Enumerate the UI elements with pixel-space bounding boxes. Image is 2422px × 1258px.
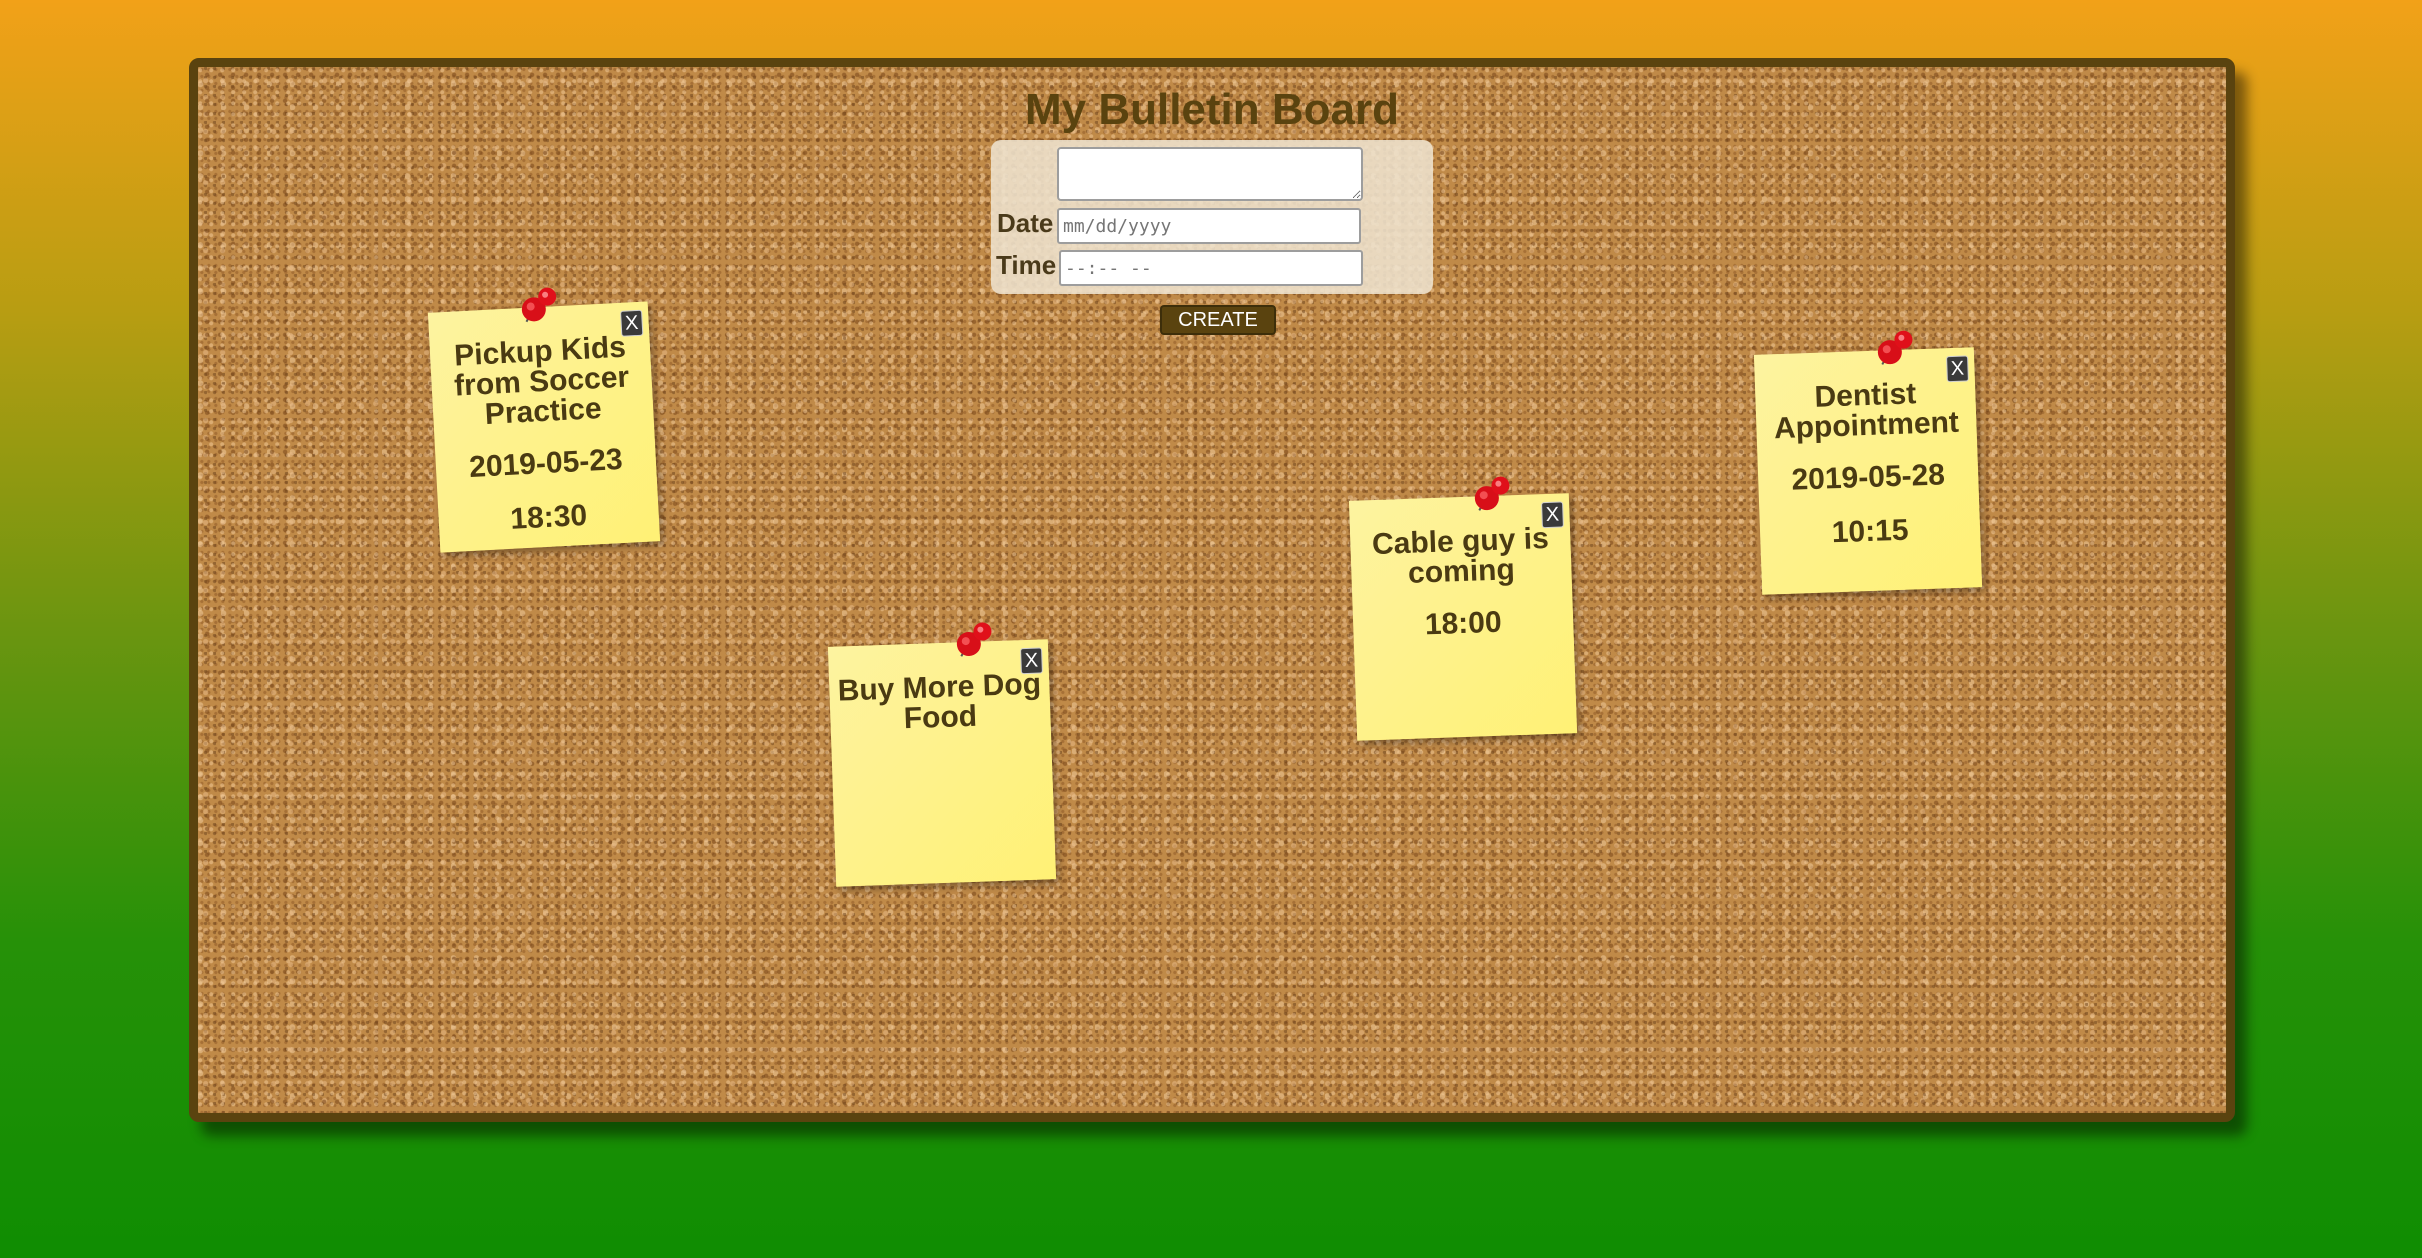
close-note-button[interactable]: X <box>620 309 644 337</box>
close-note-button[interactable]: X <box>1541 501 1564 529</box>
note-date: 2019-05-28 <box>1790 458 1946 497</box>
close-note-button[interactable]: X <box>1946 355 1969 383</box>
create-note-form: Date Time <box>991 140 1433 294</box>
note-text: Cable guy is coming <box>1371 521 1550 590</box>
close-note-button[interactable]: X <box>1020 647 1043 675</box>
note-time: 10:15 <box>1831 513 1910 550</box>
sticky-note[interactable]: X Buy More Dog Food <box>827 622 1057 887</box>
page-title: My Bulletin Board <box>1024 85 1400 134</box>
note-time: 18:00 <box>1424 605 1503 642</box>
time-input[interactable] <box>1059 250 1363 286</box>
note-date: 2019-05-23 <box>468 442 624 484</box>
sticky-note[interactable]: X Cable guy is coming 18:00 <box>1348 476 1578 741</box>
note-time: 18:30 <box>509 498 588 536</box>
note-text: Buy More Dog Food <box>837 667 1042 736</box>
red-push-pin-icon <box>956 622 992 657</box>
sticky-note[interactable]: X Pickup Kids from Soccer Practice 2019-… <box>427 287 661 553</box>
note-text: Pickup Kids from Soccer Practice <box>453 330 630 432</box>
red-push-pin-icon <box>1474 476 1510 511</box>
red-push-pin-icon <box>1877 330 1913 365</box>
note-text-input[interactable] <box>1057 147 1363 201</box>
red-push-pin-icon <box>521 287 557 323</box>
note-text: Dentist Appointment <box>1773 377 1960 446</box>
date-input[interactable] <box>1057 208 1361 244</box>
create-button[interactable]: CREATE <box>1160 305 1276 335</box>
bulletin-board: My Bulletin Board Date Time CREATE X Pic… <box>189 58 2235 1122</box>
date-label: Date <box>997 208 1054 238</box>
time-label: Time <box>996 250 1057 280</box>
sticky-note[interactable]: X Dentist Appointment 2019-05-28 10:15 <box>1753 330 1983 595</box>
